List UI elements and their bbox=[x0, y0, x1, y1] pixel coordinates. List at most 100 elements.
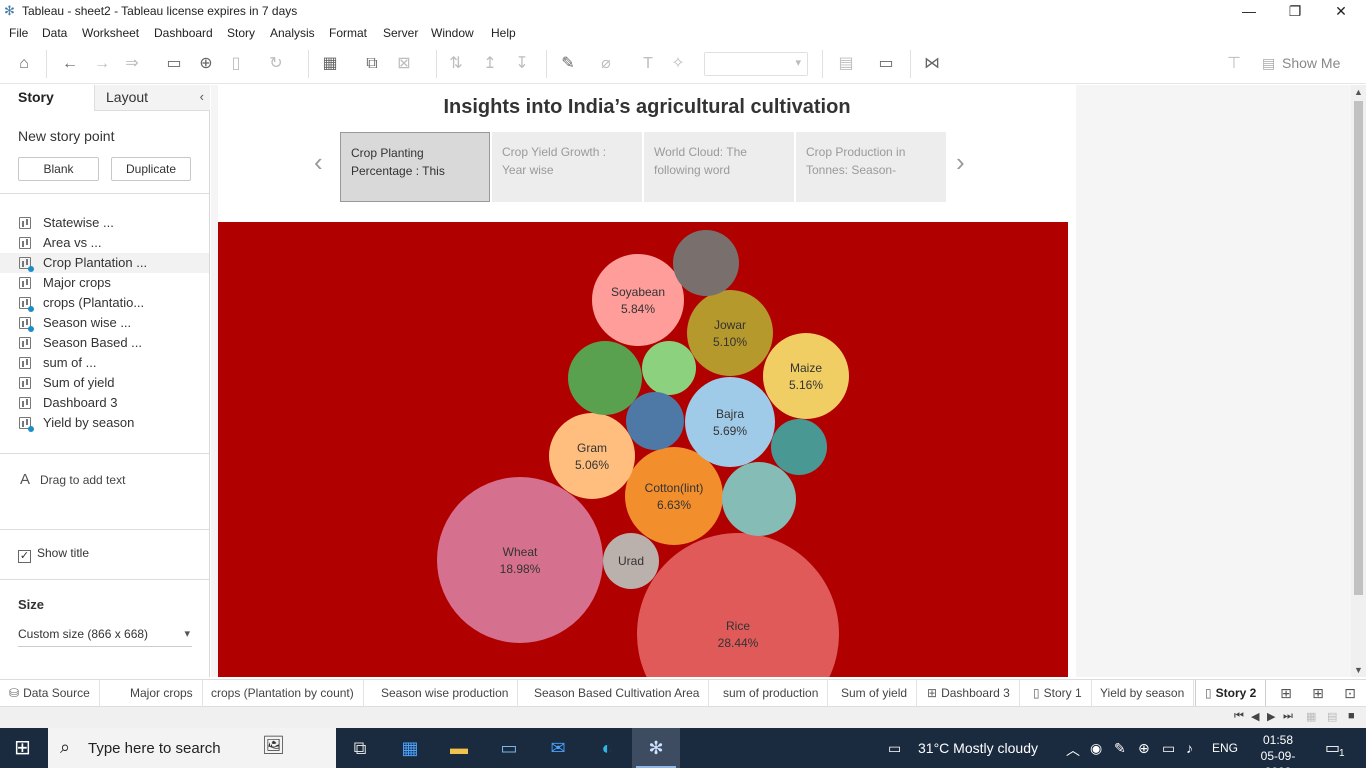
next-story-point-icon[interactable]: › bbox=[956, 147, 965, 178]
tab-layout[interactable]: Layout bbox=[94, 85, 210, 111]
tab-story[interactable]: Story bbox=[0, 85, 94, 111]
tab-sum-of-yield[interactable]: Sum of yield bbox=[832, 680, 918, 707]
drag-to-add-text[interactable]: A Drag to add text bbox=[20, 471, 125, 488]
bubble-unlabeled-9[interactable] bbox=[673, 230, 739, 296]
sheet-item-season-based[interactable]: Season Based ... bbox=[0, 333, 209, 353]
scrollbar-thumb[interactable] bbox=[1354, 101, 1363, 595]
save-icon[interactable]: ▭ bbox=[164, 54, 184, 74]
menu-analysis[interactable]: Analysis bbox=[270, 26, 315, 40]
edge-browser-icon[interactable]: ◐ bbox=[595, 736, 619, 760]
sheet-item-area-vs[interactable]: Area vs ... bbox=[0, 233, 209, 253]
clock[interactable]: 01:58 05-09-2023 bbox=[1248, 732, 1308, 780]
tab-major-crops[interactable]: Major crops bbox=[121, 680, 203, 707]
menu-worksheet[interactable]: Worksheet bbox=[82, 26, 139, 40]
bubble-unlabeled-11[interactable] bbox=[642, 341, 696, 395]
tab-data-source[interactable]: ⛁ Data Source bbox=[0, 680, 100, 707]
weather-icon[interactable]: ▭ bbox=[888, 740, 901, 757]
bubble-rice[interactable] bbox=[637, 533, 839, 677]
home-icon[interactable]: ⌂ bbox=[14, 54, 34, 74]
collapse-sidebar-icon[interactable]: ‹ bbox=[200, 89, 204, 104]
sheet-sorter-icon[interactable]: ▦ bbox=[1306, 710, 1316, 723]
story-point-1[interactable]: Crop Planting Percentage : This bbox=[340, 132, 490, 202]
pause-updates-icon[interactable]: ▯ bbox=[226, 54, 246, 74]
format-painter-icon[interactable]: ⊤ bbox=[1224, 54, 1244, 74]
show-title-checkbox[interactable]: ✓ Show title bbox=[18, 546, 89, 563]
label-icon[interactable]: T bbox=[638, 54, 658, 74]
sort-ascending-icon[interactable]: ↥ bbox=[480, 54, 500, 74]
pen-icon[interactable]: ✎ bbox=[1114, 740, 1126, 757]
pin-icon[interactable]: ✧ bbox=[668, 54, 688, 74]
sheet-item-crops-plantation[interactable]: crops (Plantatio... bbox=[0, 293, 209, 313]
menu-format[interactable]: Format bbox=[329, 26, 367, 40]
sheet-item-statewise[interactable]: Statewise ... bbox=[0, 213, 209, 233]
presentation-mode-icon[interactable]: ▭ bbox=[876, 54, 896, 74]
menu-file[interactable]: File bbox=[9, 26, 28, 40]
undo-icon[interactable]: ← bbox=[60, 54, 80, 74]
sheet-item-sum-of[interactable]: sum of ... bbox=[0, 353, 209, 373]
sheet-item-crop-plantation[interactable]: Crop Plantation ... bbox=[0, 253, 209, 273]
bubble-cotton-lint-[interactable] bbox=[625, 447, 723, 545]
share-icon[interactable]: ⋈ bbox=[922, 54, 942, 74]
meet-now-icon[interactable]: ◉ bbox=[1090, 740, 1102, 757]
menu-help[interactable]: Help bbox=[491, 26, 516, 40]
menu-window[interactable]: Window bbox=[431, 26, 474, 40]
tab-dashboard-3[interactable]: ⊞ Dashboard 3 bbox=[918, 680, 1020, 707]
new-datasource-icon[interactable]: ⊕ bbox=[196, 54, 216, 74]
sheet-item-season-wise[interactable]: Season wise ... bbox=[0, 313, 209, 333]
bubble-unlabeled-13[interactable] bbox=[771, 419, 827, 475]
monitor-app-icon[interactable]: ▭ bbox=[497, 736, 521, 760]
sort-descending-icon[interactable]: ↧ bbox=[512, 54, 532, 74]
duplicate-button[interactable]: Duplicate bbox=[111, 157, 191, 181]
last-sheet-icon[interactable]: ⏭ bbox=[1283, 710, 1293, 723]
story-point-4[interactable]: Crop Production in Tonnes: Season- bbox=[796, 132, 946, 202]
replay-icon[interactable]: ⇒ bbox=[122, 54, 142, 74]
language-indicator[interactable]: ENG bbox=[1212, 741, 1238, 755]
tableau-taskbar-button[interactable]: ✻ bbox=[632, 728, 680, 768]
menu-dashboard[interactable]: Dashboard bbox=[154, 26, 213, 40]
taskbar-search[interactable]: ⌕ Type here to search 🖼 bbox=[48, 728, 336, 768]
bubble-chart[interactable]: Rice 28.44% Wheat 18.98% Cotton(lint) 6.63% So… bbox=[218, 222, 1068, 677]
sheet-item-sum-of-yield[interactable]: Sum of yield bbox=[0, 373, 209, 393]
bubble-gram[interactable] bbox=[549, 413, 635, 499]
bubble-maize[interactable] bbox=[763, 333, 849, 419]
first-sheet-icon[interactable]: ⏮ bbox=[1234, 710, 1244, 723]
task-view-icon[interactable]: ⧉ bbox=[348, 736, 372, 760]
bubble-jowar[interactable] bbox=[687, 290, 773, 376]
fit-dropdown[interactable] bbox=[704, 52, 808, 76]
bubble-wheat[interactable] bbox=[437, 477, 603, 643]
tab-yield-by-season[interactable]: Yield by season bbox=[1091, 680, 1195, 707]
file-explorer-icon[interactable]: ▬ bbox=[447, 736, 471, 760]
minimize-button[interactable]: — bbox=[1226, 0, 1272, 22]
close-button[interactable]: ✕ bbox=[1318, 0, 1364, 22]
bubble-unlabeled-12[interactable] bbox=[626, 392, 684, 450]
vertical-scrollbar[interactable]: ▲ ▼ bbox=[1351, 85, 1366, 677]
menu-server[interactable]: Server bbox=[383, 26, 418, 40]
swap-icon[interactable]: ⇅ bbox=[446, 54, 466, 74]
weather-text[interactable]: 31°C Mostly cloudy bbox=[918, 740, 1038, 756]
clear-sheet-icon[interactable]: ⊠ bbox=[394, 54, 414, 74]
mail-icon[interactable]: ✉ bbox=[546, 736, 570, 760]
next-sheet-icon[interactable]: ▶ bbox=[1267, 710, 1275, 723]
filmstrip-icon[interactable]: ▤ bbox=[1327, 710, 1337, 723]
blank-button[interactable]: Blank bbox=[18, 157, 99, 181]
refresh-icon[interactable]: ↻ bbox=[266, 54, 286, 74]
tab-season-based-cultivation-area[interactable]: Season Based Cultivation Area bbox=[525, 680, 710, 707]
scroll-down-icon[interactable]: ▼ bbox=[1351, 663, 1366, 677]
bubble-unlabeled-14[interactable] bbox=[722, 462, 796, 536]
bubble-unlabeled-10[interactable] bbox=[568, 341, 642, 415]
tab-crops-plantation[interactable]: crops (Plantation by count) bbox=[202, 680, 364, 707]
story-point-3[interactable]: World Cloud: The following word bbox=[644, 132, 794, 202]
duplicate-sheet-icon[interactable]: ⧉ bbox=[362, 54, 382, 74]
group-icon[interactable]: ⌀ bbox=[596, 54, 616, 74]
show-hidden-icons-icon[interactable]: ︿ bbox=[1066, 740, 1080, 760]
notifications-icon[interactable]: ▭ bbox=[1325, 738, 1340, 758]
tabs-view-icon[interactable]: ■ bbox=[1348, 710, 1355, 722]
tab-story-1[interactable]: ▯ Story 1 bbox=[1024, 680, 1092, 707]
tab-story-2[interactable]: ▯ Story 2 bbox=[1195, 680, 1267, 707]
tab-sum-of-production[interactable]: sum of production bbox=[714, 680, 829, 707]
scroll-up-icon[interactable]: ▲ bbox=[1351, 85, 1366, 99]
microsoft-store-icon[interactable]: ▦ bbox=[398, 736, 422, 760]
new-story-icon[interactable]: ⊡ bbox=[1341, 685, 1359, 703]
menu-story[interactable]: Story bbox=[227, 26, 255, 40]
menu-data[interactable]: Data bbox=[42, 26, 67, 40]
